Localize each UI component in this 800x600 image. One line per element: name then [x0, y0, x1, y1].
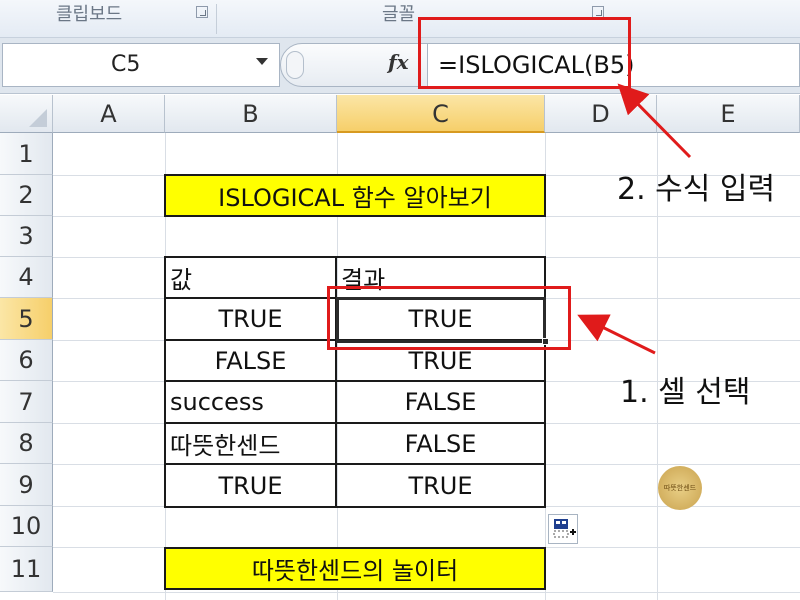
note-step-1: 1. 셀 선택: [620, 375, 751, 410]
arrow-to-formula: [617, 83, 692, 159]
note-step-2: 2. 수식 입력: [617, 172, 776, 207]
arrow-to-cell: [577, 314, 656, 355]
annotation-arrows: [577, 83, 692, 355]
